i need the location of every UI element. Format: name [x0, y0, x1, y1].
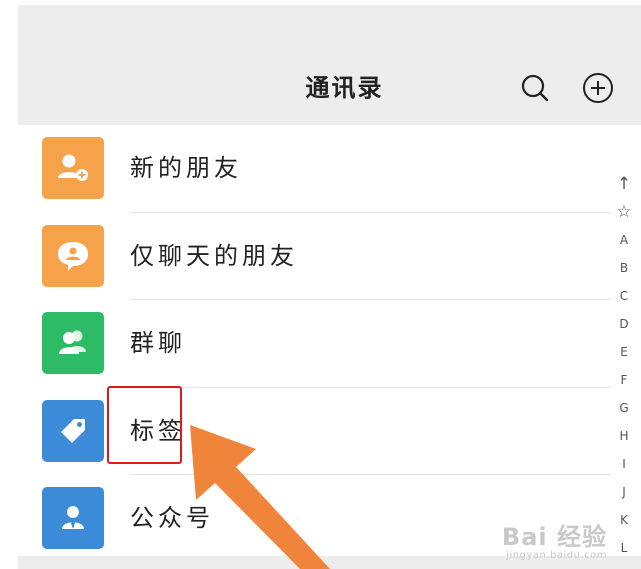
watermark-url: jingyan.baidu.com	[506, 550, 607, 561]
annotation-arrow	[190, 425, 330, 569]
contacts-screen: 通讯录 新的朋友 仅聊天的朋友 群聊 标签 公众号 ↑ ☆ A B C D E …	[0, 0, 641, 569]
watermark-main: Bai 经验	[501, 522, 607, 551]
baidu-watermark: Bai 经验 jingyan.baidu.com	[501, 522, 607, 561]
